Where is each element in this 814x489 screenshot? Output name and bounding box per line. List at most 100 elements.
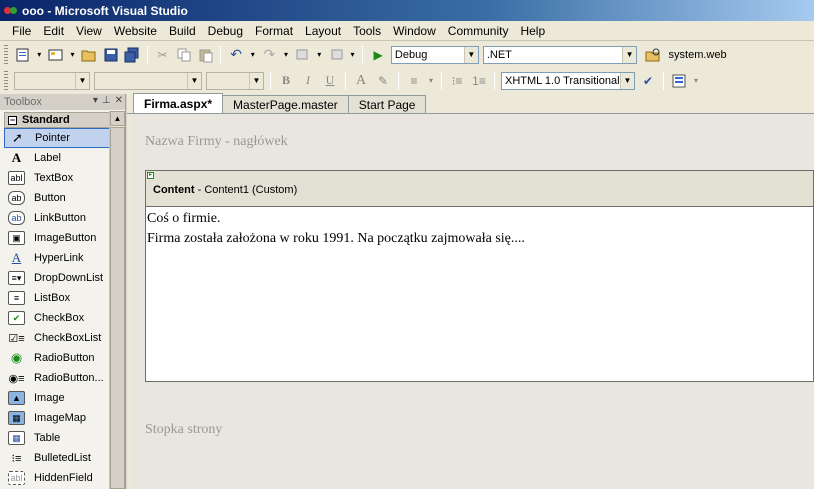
scrollbar-thumb[interactable] <box>110 127 125 489</box>
toolbox-item-checkboxlist[interactable]: ☑≡ CheckBoxList <box>4 328 110 348</box>
font-size-select[interactable]: ▼ <box>206 71 264 90</box>
new-project-icon[interactable] <box>13 45 33 65</box>
highlight-color-icon[interactable]: ✎ <box>373 71 393 91</box>
check-accessibility-icon[interactable]: ✔ <box>638 71 658 91</box>
solution-platform-select[interactable]: .NET ▼ <box>482 45 638 64</box>
bullets-icon[interactable]: ⁝≡ <box>447 71 467 91</box>
toolbox-item-label[interactable]: A Label <box>4 148 110 168</box>
italic-button[interactable]: I <box>298 71 318 91</box>
redo-dropdown-icon[interactable]: ▾ <box>281 45 291 65</box>
start-debugging-icon[interactable]: ▶ <box>368 45 388 65</box>
menu-build[interactable]: Build <box>163 22 202 40</box>
add-item-dropdown-icon[interactable]: ▾ <box>68 45 78 65</box>
new-project-dropdown-icon[interactable]: ▾ <box>34 45 44 65</box>
menu-debug[interactable]: Debug <box>202 22 249 40</box>
content-subtitle: - Content1 (Custom) <box>194 184 298 196</box>
undo-dropdown-icon[interactable]: ▾ <box>248 45 258 65</box>
underline-button[interactable]: U <box>320 71 340 91</box>
toolbox-item-table[interactable]: ▦ Table <box>4 428 110 448</box>
block-format-select[interactable]: ▼ <box>14 71 90 90</box>
toolbar-grip[interactable] <box>4 44 8 65</box>
solution-configuration-select[interactable]: Debug ▼ <box>390 45 479 64</box>
toolbox-item-label: TextBox <box>34 172 74 184</box>
toolbox-item-pointer[interactable]: ➚ Pointer <box>4 128 110 148</box>
scroll-up-icon[interactable]: ▲ <box>110 111 125 126</box>
open-file-icon[interactable] <box>79 45 99 65</box>
menu-window[interactable]: Window <box>387 22 442 40</box>
toolbox-item-hyperlink[interactable]: A HyperLink <box>4 248 110 268</box>
toolbox-item-listbox[interactable]: ≡ ListBox <box>4 288 110 308</box>
chevron-down-icon[interactable]: ▼ <box>75 72 89 89</box>
toolbox-category-standard[interactable]: − Standard <box>4 112 110 128</box>
toolbox-scrollbar[interactable]: ▲ <box>109 111 125 489</box>
menu-layout[interactable]: Layout <box>299 22 347 40</box>
toolbox-item-radiobuttonlist[interactable]: ◉≡ RadioButton... <box>4 368 110 388</box>
chevron-down-icon[interactable]: ▼ <box>463 46 478 63</box>
menu-format[interactable]: Format <box>249 22 299 40</box>
numbering-icon[interactable]: 1≡ <box>469 71 489 91</box>
toolbox-item-image[interactable]: ▲ Image <box>4 388 110 408</box>
toolbox-item-radiobutton[interactable]: ◉ RadioButton <box>4 348 110 368</box>
justify-icon[interactable]: ≡ <box>404 71 424 91</box>
font-color-icon[interactable]: A <box>351 71 371 91</box>
navigate-backward-icon[interactable] <box>293 45 313 65</box>
collapse-icon[interactable]: − <box>8 115 17 125</box>
design-surface[interactable]: Nazwa Firmy - nagłówek ▸ Content - Conte… <box>132 114 814 489</box>
tab-start-page[interactable]: Start Page <box>347 95 427 113</box>
window-position-icon[interactable]: ▾ <box>93 95 98 106</box>
toolbar-separator <box>146 45 148 64</box>
tab-masterpage-master[interactable]: MasterPage.master <box>222 95 349 113</box>
toolbox-title: Toolbox <box>4 96 42 108</box>
justify-dropdown-icon[interactable]: ▾ <box>426 71 436 91</box>
toolbox-item-textbox[interactable]: abl TextBox <box>4 168 110 188</box>
toolbox-item-hiddenfield[interactable]: abl HiddenField <box>4 468 110 488</box>
navigate-forward-dropdown-icon[interactable]: ▾ <box>348 45 358 65</box>
font-name-select[interactable]: ▼ <box>94 71 202 90</box>
menu-website[interactable]: Website <box>108 22 163 40</box>
chevron-down-icon[interactable]: ▼ <box>187 72 201 89</box>
toolbar-options-icon[interactable]: ▾ <box>691 71 701 91</box>
copy-icon[interactable] <box>174 45 194 65</box>
bold-button[interactable]: B <box>276 71 296 91</box>
toolbar-separator <box>398 71 399 90</box>
radiobuttonlist-icon: ◉≡ <box>8 372 25 385</box>
toolbar-grip[interactable] <box>4 70 8 91</box>
menu-tools[interactable]: Tools <box>347 22 387 40</box>
smart-tag-icon[interactable]: ▸ <box>147 172 154 179</box>
navigate-backward-dropdown-icon[interactable]: ▾ <box>314 45 324 65</box>
toolbox-item-imagebutton[interactable]: ▣ ImageButton <box>4 228 110 248</box>
redo-icon[interactable]: ↷ <box>260 45 280 65</box>
target-schema-select[interactable]: XHTML 1.0 Transitional ( ▼ <box>501 71 635 90</box>
toolbox-item-label: Table <box>34 432 61 444</box>
toolbox-item-button[interactable]: ab Button <box>4 188 110 208</box>
solution-configuration-value: Debug <box>394 48 428 61</box>
toolbox-item-imagemap[interactable]: ▦ ImageMap <box>4 408 110 428</box>
toolbox-item-bulletedlist[interactable]: ⁝≡ BulletedList <box>4 448 110 468</box>
content-placeholder[interactable]: ▸ Content - Content1 (Custom) Coś o firm… <box>145 170 814 382</box>
paste-icon[interactable] <box>196 45 216 65</box>
menu-community[interactable]: Community <box>442 22 515 40</box>
find-in-files-icon[interactable] <box>643 45 663 65</box>
add-item-icon[interactable] <box>46 45 66 65</box>
chevron-down-icon[interactable]: ▼ <box>620 72 634 89</box>
validate-page-icon[interactable] <box>669 71 689 91</box>
navigate-forward-icon[interactable] <box>326 45 346 65</box>
toolbox-item-dropdownlist[interactable]: ≡▾ DropDownList <box>4 268 110 288</box>
find-box[interactable]: system.web <box>666 46 812 64</box>
toolbox-item-linkbutton[interactable]: ab LinkButton <box>4 208 110 228</box>
chevron-down-icon[interactable]: ▼ <box>622 46 637 63</box>
content-body[interactable]: Coś o firmie. Firma została założona w r… <box>146 207 813 249</box>
tab-firma-aspx[interactable]: Firma.aspx* <box>133 93 224 113</box>
save-all-icon[interactable] <box>122 45 142 65</box>
close-icon[interactable]: ✕ <box>115 95 123 106</box>
chevron-down-icon[interactable]: ▼ <box>249 72 263 89</box>
auto-hide-pin-icon[interactable]: ⊥ <box>102 95 111 106</box>
save-icon[interactable] <box>101 45 121 65</box>
toolbox-item-checkbox[interactable]: ✔ CheckBox <box>4 308 110 328</box>
menu-view[interactable]: View <box>70 22 108 40</box>
menu-edit[interactable]: Edit <box>37 22 70 40</box>
menu-help[interactable]: Help <box>514 22 551 40</box>
cut-icon[interactable]: ✂ <box>153 45 173 65</box>
undo-icon[interactable]: ↶ <box>226 45 246 65</box>
menu-file[interactable]: File <box>6 22 37 40</box>
